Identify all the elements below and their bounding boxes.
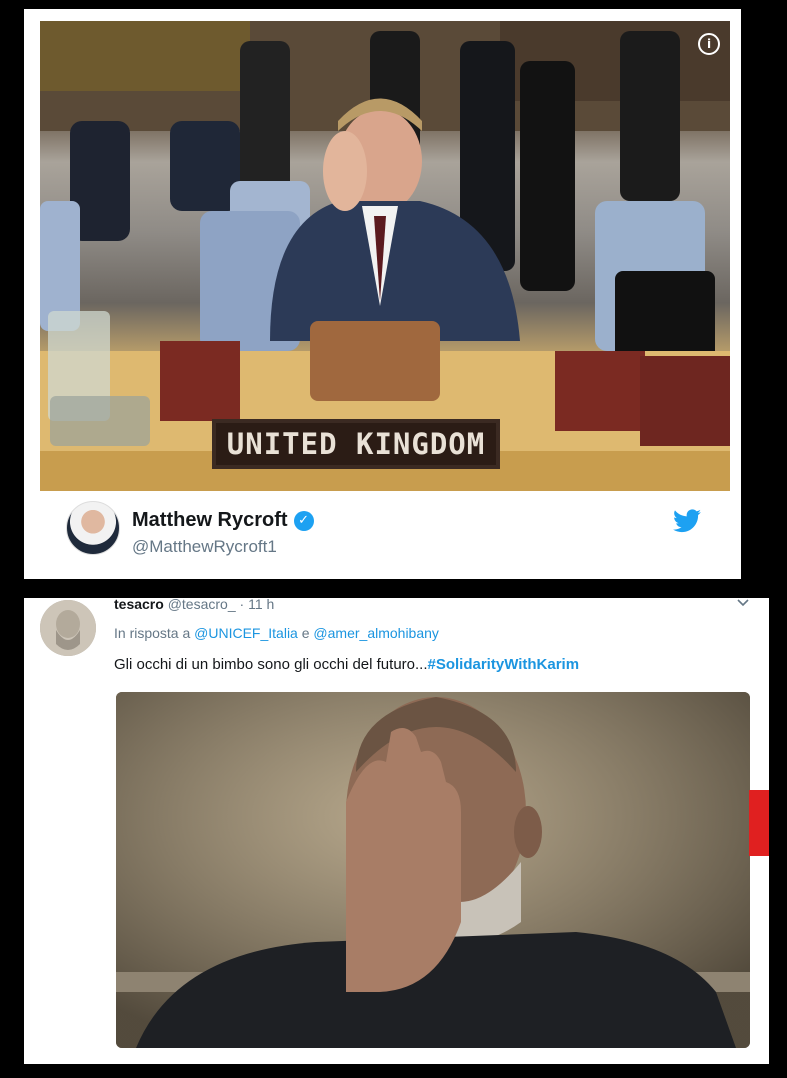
tesacro-avatar[interactable] [40, 600, 96, 656]
twitter-bird-icon[interactable] [673, 509, 701, 533]
reply-context: In risposta a @UNICEF_Italia e @amer_alm… [114, 625, 439, 641]
author-name-row[interactable]: Matthew Rycroft ✓ [132, 509, 314, 532]
tweet-author[interactable]: Matthew Rycroft ✓ @MatthewRycroft1 [66, 501, 711, 561]
info-icon[interactable]: i [698, 33, 720, 55]
tweet-text: Gli occhi di un bimbo sono gli occhi del… [114, 656, 579, 673]
embedded-tweet-card[interactable]: UNITED KINGDOM i Matthew Rycroft ✓ @Matth… [24, 9, 741, 579]
chevron-down-icon[interactable] [737, 598, 749, 608]
hashtag-link[interactable]: #SolidarityWithKarim [428, 656, 580, 673]
bust-avatar-image [40, 600, 96, 656]
author-name[interactable]: Matthew Rycroft [132, 509, 288, 531]
tweet-author-name[interactable]: tesacro [114, 596, 164, 612]
reply-user-link-amer[interactable]: @amer_almohibany [313, 625, 439, 641]
tweet-author-handle[interactable]: @tesacro_ [168, 596, 236, 612]
reply-conjunction: e [301, 625, 310, 641]
photo2-scene [116, 692, 750, 1048]
tweet-timestamp[interactable]: 11 h [248, 596, 274, 612]
reply-tweet[interactable]: tesacro @tesacro_ · 11 h In risposta a @… [24, 596, 769, 1064]
author-avatar[interactable] [66, 501, 120, 555]
tweet-photo-un-security-council[interactable]: UNITED KINGDOM i [40, 21, 730, 491]
nameplate-text: UNITED KINGDOM [226, 427, 486, 461]
reply-prefix: In risposta a [114, 625, 191, 641]
header-separator: · [239, 596, 245, 612]
tweet-body: Gli occhi di un bimbo sono gli occhi del… [114, 656, 428, 673]
author-handle[interactable]: @MatthewRycroft1 [132, 537, 277, 557]
tweet-photo-man-covering-eye[interactable] [116, 692, 750, 1048]
verified-badge-icon: ✓ [293, 511, 314, 531]
reply-user-link-unicef[interactable]: @UNICEF_Italia [194, 625, 298, 641]
tweet-header: tesacro @tesacro_ · 11 h [114, 596, 274, 612]
right-edge-strip [749, 790, 769, 856]
photo-scene [40, 21, 730, 491]
